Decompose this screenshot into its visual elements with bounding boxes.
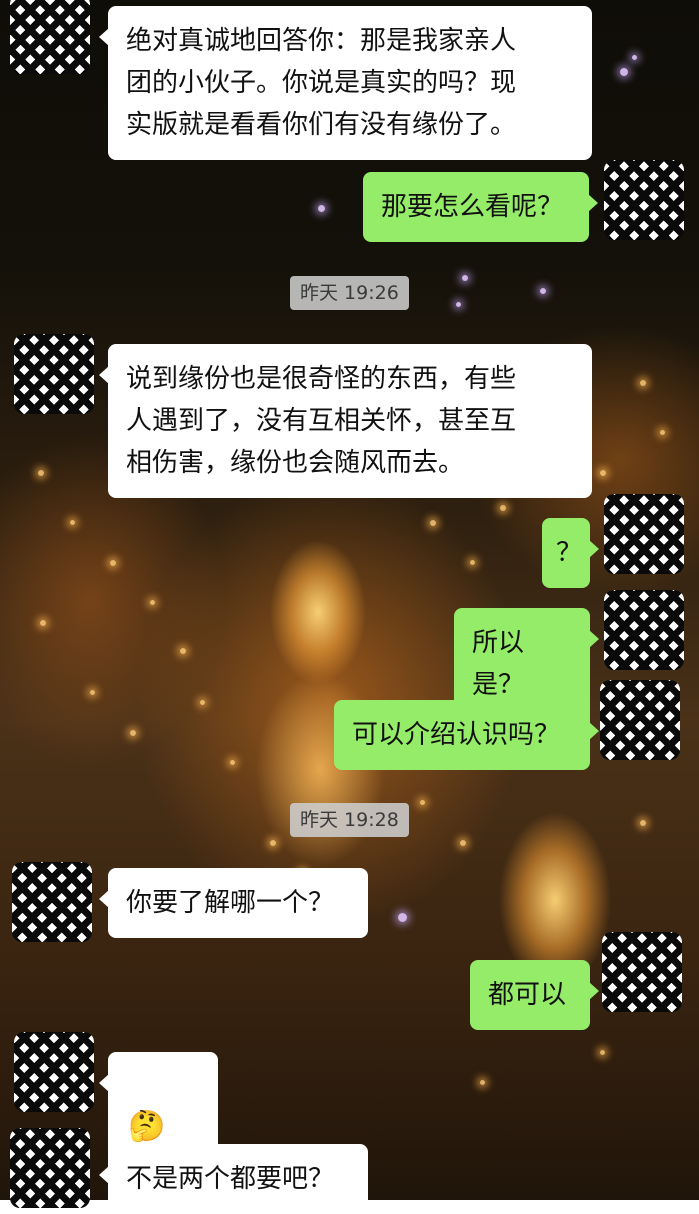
houndstooth-avatar-icon[interactable] xyxy=(604,160,684,240)
houndstooth-avatar-icon[interactable] xyxy=(604,494,684,574)
houndstooth-avatar-icon[interactable] xyxy=(14,334,94,414)
incoming-message-bubble[interactable]: 不是两个都要吧？ xyxy=(99,1144,368,1214)
outgoing-message-bubble[interactable]: 可以介绍认识吗？ xyxy=(334,700,599,770)
outgoing-message-bubble[interactable]: 那要怎么看呢？ xyxy=(363,172,598,242)
incoming-message-bubble[interactable]: 说到缘份也是很奇怪的东西，有些 人遇到了，没有互相关怀，甚至互 相伤害，缘份也会… xyxy=(99,344,592,498)
houndstooth-avatar-icon[interactable] xyxy=(10,0,90,74)
houndstooth-avatar-icon[interactable] xyxy=(602,932,682,1012)
incoming-message-bubble[interactable]: 你要了解哪一个？ xyxy=(99,868,368,938)
chat-background xyxy=(0,0,699,1200)
houndstooth-avatar-icon[interactable] xyxy=(14,1032,94,1112)
outgoing-message-bubble[interactable]: ？ xyxy=(542,518,599,588)
houndstooth-avatar-icon[interactable] xyxy=(10,1128,90,1208)
houndstooth-avatar-icon[interactable] xyxy=(600,680,680,760)
message-timestamp: 昨天 19:28 xyxy=(290,803,409,837)
message-timestamp: 昨天 19:26 xyxy=(290,276,409,310)
incoming-message-bubble[interactable]: 绝对真诚地回答你：那是我家亲人 团的小伙子。你说是真实的吗？现 实版就是看看你们… xyxy=(99,6,592,160)
outgoing-message-bubble[interactable]: 都可以 xyxy=(470,960,599,1030)
houndstooth-avatar-icon[interactable] xyxy=(12,862,92,942)
houndstooth-avatar-icon[interactable] xyxy=(604,590,684,670)
